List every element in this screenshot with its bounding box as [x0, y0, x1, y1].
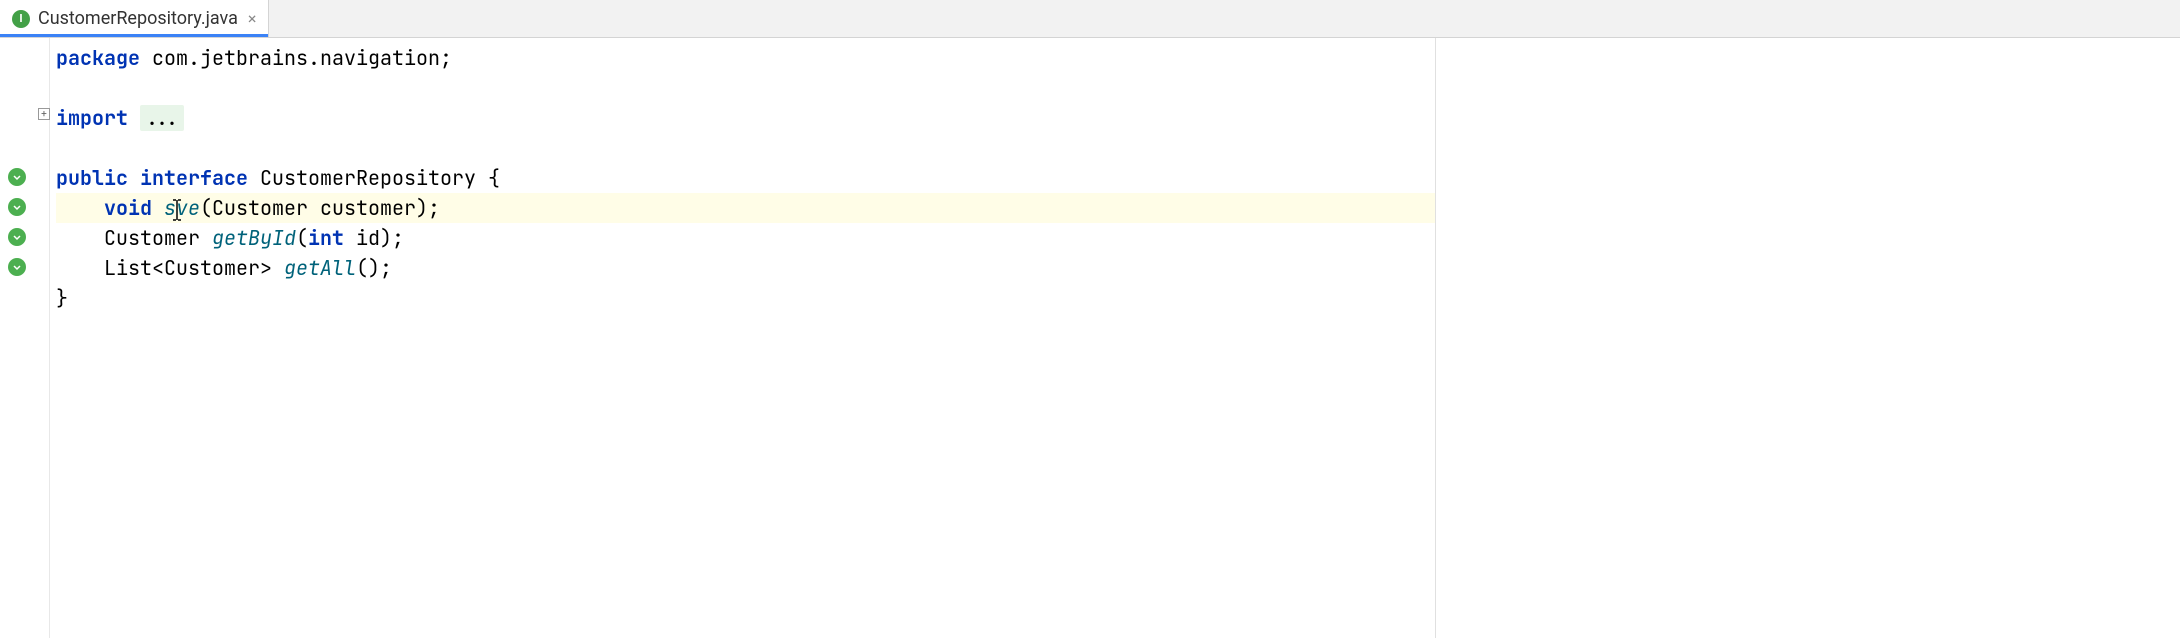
semicolon: ;	[392, 225, 404, 251]
implemented-icon[interactable]	[8, 228, 26, 246]
import-folded[interactable]: ...	[140, 105, 184, 131]
brace-open: {	[488, 165, 500, 191]
code-line-save: void sve(Customer customer);	[56, 193, 1435, 223]
interface-icon: I	[12, 10, 30, 28]
tab-close-button[interactable]: ×	[248, 9, 257, 28]
gutter: +	[0, 38, 50, 638]
semicolon: ;	[440, 45, 452, 71]
code-line-interface-decl: public interface CustomerRepository {	[56, 163, 2180, 193]
return-type-customer: Customer	[104, 225, 212, 251]
keyword-int: int	[308, 225, 344, 251]
implemented-icon[interactable]	[8, 168, 26, 186]
keyword-void: void	[104, 195, 152, 221]
method-getall: getAll	[284, 255, 356, 281]
brace-close: }	[56, 285, 68, 311]
code-line-import: import ...	[56, 103, 2180, 133]
fold-symbol: +	[41, 109, 47, 120]
editor-tab[interactable]: I CustomerRepository.java ×	[0, 0, 269, 37]
editor-area: + package com.jetbrains.navigation; impo…	[0, 38, 2180, 638]
semicolon: ;	[428, 195, 440, 221]
fold-toggle[interactable]: +	[38, 108, 50, 120]
method-getbyid: getById	[212, 225, 296, 251]
getall-params: ()	[356, 255, 380, 281]
package-path: com.jetbrains.navigation	[140, 45, 440, 71]
return-type-list: List<Customer>	[104, 255, 284, 281]
code-line-package: package com.jetbrains.navigation;	[56, 43, 2180, 73]
keyword-import: import	[56, 105, 128, 131]
code-line-getall: List<Customer> getAll();	[56, 253, 2180, 283]
interface-icon-letter: I	[19, 12, 22, 25]
save-params: (Customer customer)	[200, 195, 428, 221]
keyword-package: package	[56, 45, 140, 71]
code-line-brace-close: }	[56, 283, 2180, 313]
keyword-public: public	[56, 165, 128, 191]
interface-name: CustomerRepository	[248, 165, 488, 191]
semicolon: ;	[380, 255, 392, 281]
keyword-interface: interface	[140, 165, 248, 191]
implemented-icon[interactable]	[8, 258, 26, 276]
tab-label: CustomerRepository.java	[38, 8, 238, 29]
code-editor[interactable]: package com.jetbrains.navigation; import…	[50, 38, 2180, 638]
code-line-getbyid: Customer getById(int id);	[56, 223, 2180, 253]
paren-open: (	[296, 225, 308, 251]
implemented-icon[interactable]	[8, 198, 26, 216]
getbyid-params: id)	[344, 225, 392, 251]
margin-guide	[1435, 38, 1436, 638]
tab-bar: I CustomerRepository.java ×	[0, 0, 2180, 38]
